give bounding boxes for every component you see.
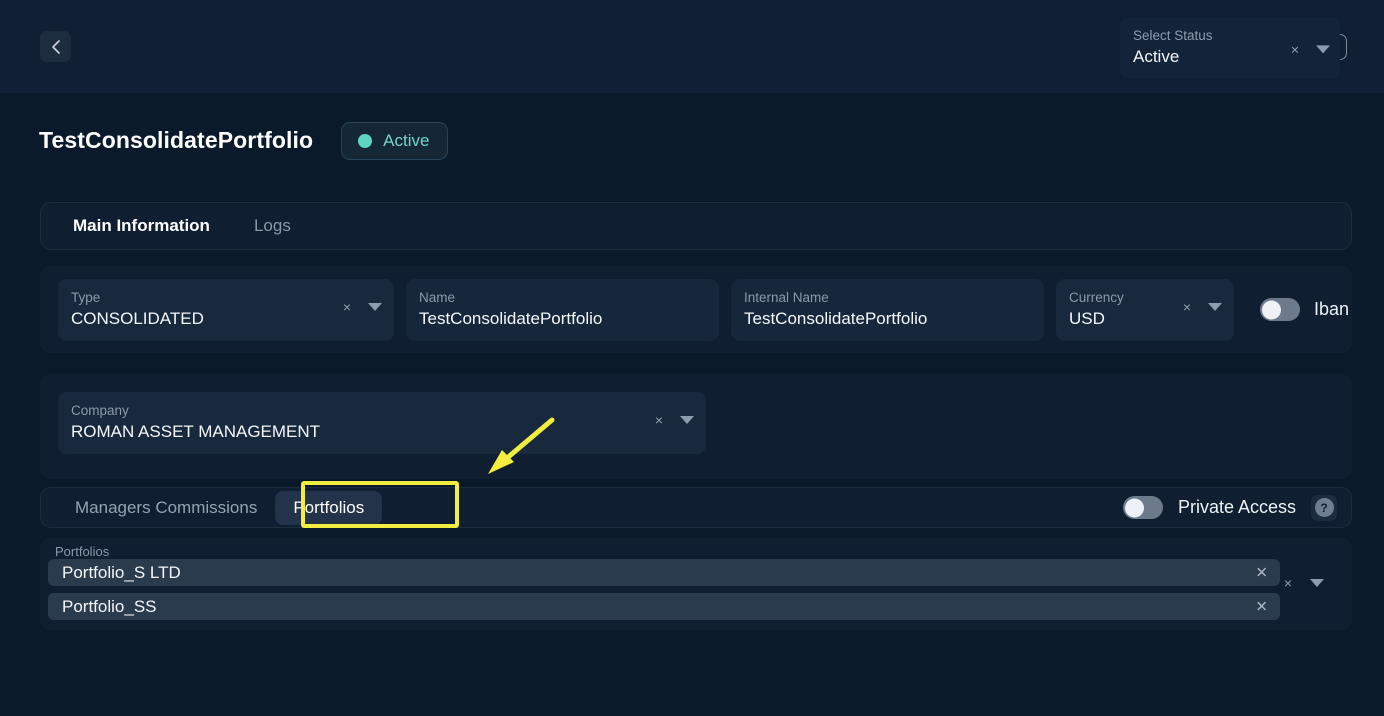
portfolio-chip[interactable]: Portfolio_SS ✕	[48, 593, 1280, 620]
subtab-portfolios[interactable]: Portfolios	[275, 491, 382, 525]
clear-icon[interactable]: ×	[1183, 300, 1191, 314]
internal-name-field[interactable]: Internal Name TestConsolidatePortfolio	[731, 279, 1044, 341]
main-tabs: Main Information Logs	[40, 202, 1352, 250]
currency-field[interactable]: Currency USD ×	[1056, 279, 1234, 341]
chevron-down-icon[interactable]	[1316, 45, 1330, 53]
private-access-control: Private Access ?	[1123, 495, 1337, 521]
clear-icon[interactable]: ×	[655, 413, 663, 427]
portfolios-field-label: Portfolios	[48, 544, 1280, 559]
type-field-value: CONSOLIDATED	[71, 306, 380, 331]
select-status-dropdown[interactable]: Select Status Active ×	[1120, 17, 1340, 79]
toggle-knob	[1262, 300, 1281, 319]
name-field-label: Name	[419, 290, 705, 306]
private-access-toggle[interactable]	[1123, 496, 1163, 519]
back-button[interactable]	[40, 31, 71, 62]
tab-main-information[interactable]: Main Information	[59, 210, 224, 242]
clear-icon[interactable]: ×	[1284, 576, 1292, 590]
portfolios-select-actions: ×	[1284, 576, 1324, 590]
chevron-left-icon	[50, 39, 62, 55]
portfolio-chip[interactable]: Portfolio_S LTD ✕	[48, 559, 1280, 586]
chevron-down-icon[interactable]	[368, 303, 382, 311]
iban-label: Iban	[1314, 299, 1349, 320]
internal-name-field-label: Internal Name	[744, 290, 1030, 306]
clear-icon[interactable]: ×	[1291, 42, 1299, 56]
app-root: Edit TestConsolidatePortfolio Active Sel…	[0, 0, 1384, 716]
internal-name-field-value: TestConsolidatePortfolio	[744, 306, 1030, 331]
subtab-managers-commissions[interactable]: Managers Commissions	[57, 491, 275, 525]
private-access-label: Private Access	[1178, 497, 1296, 518]
type-field-actions: ×	[343, 300, 382, 314]
name-field-value: TestConsolidatePortfolio	[419, 306, 705, 331]
remove-icon[interactable]: ✕	[1255, 565, 1268, 580]
name-field[interactable]: Name TestConsolidatePortfolio	[406, 279, 719, 341]
chevron-down-icon[interactable]	[1208, 303, 1222, 311]
main-fields-card: Type CONSOLIDATED × Name TestConsolidate…	[40, 266, 1352, 353]
status-dot-icon	[358, 134, 372, 148]
status-badge-label: Active	[383, 131, 429, 151]
company-field-label: Company	[71, 403, 692, 419]
company-field-actions: ×	[655, 413, 694, 427]
title-row: TestConsolidatePortfolio Active	[0, 93, 1384, 188]
select-status-actions: ×	[1291, 42, 1330, 56]
chevron-down-icon[interactable]	[1310, 579, 1324, 587]
company-card: Company ROMAN ASSET MANAGEMENT ×	[40, 374, 1352, 479]
portfolios-card: Portfolios Portfolio_S LTD ✕ Portfolio_S…	[40, 538, 1352, 630]
chevron-down-icon[interactable]	[680, 416, 694, 424]
type-field-label: Type	[71, 290, 380, 306]
sub-tabs: Managers Commissions Portfolios Private …	[40, 487, 1352, 528]
clear-icon[interactable]: ×	[343, 300, 351, 314]
portfolio-chip-label: Portfolio_SS	[62, 597, 157, 617]
status-badge: Active	[341, 122, 448, 160]
portfolios-multiselect[interactable]: Portfolios Portfolio_S LTD ✕ Portfolio_S…	[48, 544, 1280, 627]
type-field[interactable]: Type CONSOLIDATED ×	[58, 279, 394, 341]
company-field[interactable]: Company ROMAN ASSET MANAGEMENT ×	[58, 392, 706, 454]
remove-icon[interactable]: ✕	[1255, 599, 1268, 614]
currency-field-actions: ×	[1183, 300, 1222, 314]
company-field-value: ROMAN ASSET MANAGEMENT	[71, 419, 692, 444]
iban-toggle[interactable]	[1260, 298, 1300, 321]
toggle-knob	[1125, 498, 1144, 517]
iban-control: Iban	[1260, 298, 1349, 321]
portfolio-chip-label: Portfolio_S LTD	[62, 563, 181, 583]
private-access-help-button[interactable]: ?	[1311, 495, 1337, 521]
page-title: TestConsolidatePortfolio	[39, 127, 313, 154]
tab-logs[interactable]: Logs	[240, 210, 305, 242]
question-mark-icon: ?	[1315, 498, 1334, 517]
